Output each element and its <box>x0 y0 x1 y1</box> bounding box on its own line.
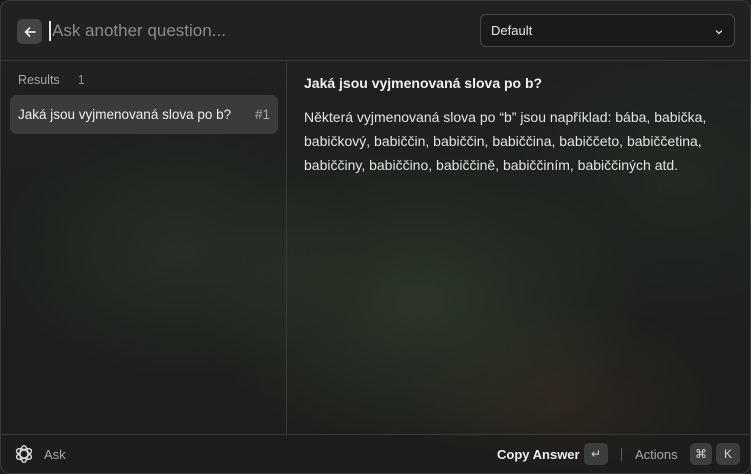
top-bar: Default <box>1 1 750 61</box>
back-button[interactable] <box>17 19 42 44</box>
result-item[interactable]: Jaká jsou vyjmenovaná slova po b? #1 <box>10 95 278 134</box>
footer-divider <box>621 448 622 461</box>
result-item-number: #1 <box>254 107 270 122</box>
question-title: Jaká jsou vyjmenovaná slova po b? <box>304 75 543 91</box>
command-key-badge: ⌘ <box>690 443 712 465</box>
results-header: Results 1 <box>18 73 85 87</box>
model-select[interactable]: Default <box>480 14 735 47</box>
k-key-badge: K <box>716 443 740 465</box>
arrow-left-icon <box>23 25 37 39</box>
ask-label: Ask <box>44 447 66 462</box>
bottom-bar: Ask Copy Answer ↵ Actions ⌘ K <box>1 434 750 473</box>
actions-button[interactable]: Actions <box>635 447 678 462</box>
result-item-title: Jaká jsou vyjmenovaná slova po b? <box>18 107 232 122</box>
model-select-value: Default <box>491 23 533 38</box>
copy-answer-button[interactable]: Copy Answer <box>497 447 580 462</box>
answer-text: Některá vyjmenovaná slova po “b” jsou na… <box>304 109 707 173</box>
search-input[interactable] <box>50 18 462 44</box>
openai-logo-icon <box>13 443 35 470</box>
results-count: 1 <box>77 73 85 87</box>
results-label: Results <box>18 73 60 87</box>
chevron-down-icon <box>714 25 724 40</box>
answer-panel: Jaká jsou vyjmenovaná slova po b? Někter… <box>288 61 750 437</box>
enter-key-badge: ↵ <box>584 443 608 465</box>
ask-window: Default Results 1 Jaká jsou vyjmenovaná … <box>0 0 751 474</box>
results-panel: Results 1 Jaká jsou vyjmenovaná slova po… <box>1 61 287 437</box>
